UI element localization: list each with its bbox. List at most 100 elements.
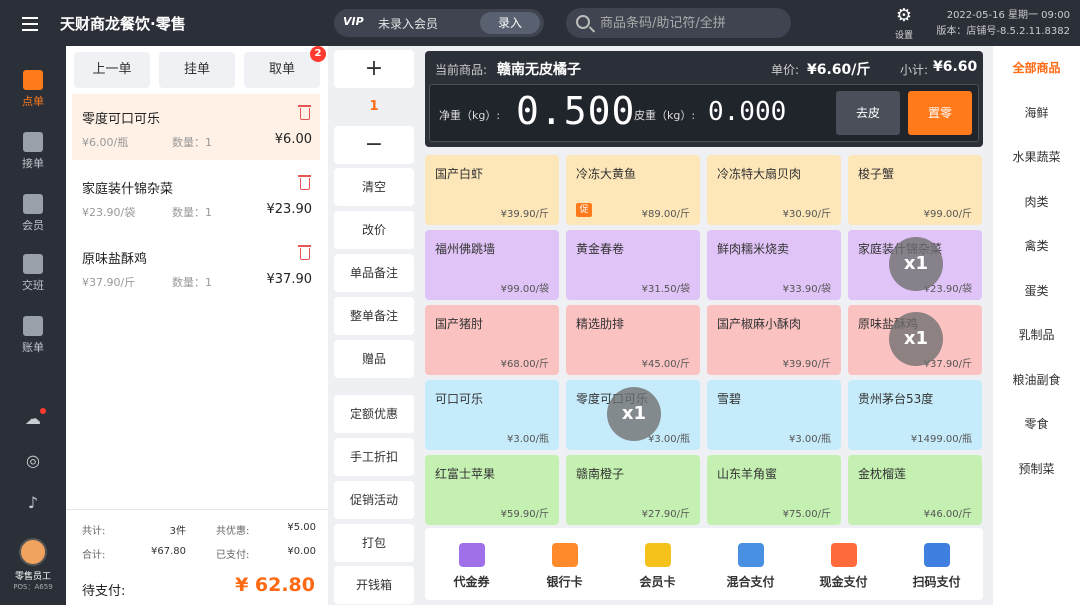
zero-button[interactable]: 置零 (908, 91, 972, 135)
category-dairy[interactable]: 乳制品 (993, 313, 1080, 357)
nav-item-bill[interactable]: 账单 (0, 312, 66, 362)
category-seafood[interactable]: 海鲜 (993, 91, 1080, 135)
product-card[interactable]: 福州佛跳墙 ¥99.00/袋 (425, 230, 559, 300)
mixed-pay-button[interactable]: 混合支付 (704, 528, 797, 600)
product-price: ¥68.00/斤 (500, 359, 549, 370)
nav-item-member[interactable]: 会员 (0, 190, 66, 240)
order-note-button[interactable]: 整单备注 (334, 297, 414, 335)
bank-card-icon (551, 543, 578, 567)
nav-label: 交班 (22, 279, 44, 292)
product-price: ¥99.00/袋 (500, 284, 549, 295)
product-card[interactable]: 赣南橙子 ¥27.90/斤 (566, 455, 700, 525)
product-card[interactable]: 梭子蟹 ¥99.00/斤 (848, 155, 982, 225)
settings-button[interactable]: ⚙ 设置 (888, 6, 920, 42)
category-meat[interactable]: 肉类 (993, 180, 1080, 224)
category-snacks[interactable]: 零食 (993, 402, 1080, 446)
headset-icon[interactable]: ◎ (22, 450, 44, 472)
product-card[interactable]: 金枕榴莲 ¥46.00/斤 (848, 455, 982, 525)
cloud-icon[interactable]: ☁ (22, 408, 46, 430)
nav-item-order[interactable]: 点单 (0, 66, 66, 116)
product-name: 福州佛跳墙 (435, 242, 496, 256)
product-card[interactable]: 国产猪肘 ¥68.00/斤 (425, 305, 559, 375)
item-price: ¥23.90/袋 (82, 206, 136, 219)
order-item[interactable]: 家庭装什锦杂菜 ¥23.90/袋 数量：1 ¥23.90 (72, 164, 320, 230)
plus-button[interactable]: + (334, 50, 414, 88)
order-panel: 上一单 挂单 取单 2 零度可口可乐 ¥6.00/瓶 数量：1 ¥6.00 家庭… (66, 46, 328, 605)
product-card[interactable]: 红富士苹果 ¥59.90/斤 (425, 455, 559, 525)
item-note-button[interactable]: 单品备注 (334, 254, 414, 292)
product-card[interactable]: 可口可乐 ¥3.00/瓶 (425, 380, 559, 450)
minus-button[interactable]: − (334, 126, 414, 164)
product-card[interactable]: 冷冻大黄鱼 促 ¥89.00/斤 (566, 155, 700, 225)
product-card[interactable]: 雪碧 ¥3.00/瓶 (707, 380, 841, 450)
menu-icon[interactable] (22, 13, 38, 33)
product-price: ¥46.00/斤 (923, 509, 972, 520)
change-price-button[interactable]: 改价 (334, 211, 414, 249)
category-eggs[interactable]: 蛋类 (993, 269, 1080, 313)
product-price: ¥45.00/斤 (641, 359, 690, 370)
product-card[interactable]: 黄金春卷 ¥31.50/袋 (566, 230, 700, 300)
bill-icon (23, 316, 43, 336)
member-enter-button[interactable]: 录入 (480, 12, 540, 34)
bank-card-pay-button[interactable]: 银行卡 (518, 528, 611, 600)
product-card[interactable]: 零度可口可乐 ¥3.00/瓶 x1 (566, 380, 700, 450)
order-item[interactable]: 原味盐酥鸡 ¥37.90/斤 数量：1 ¥37.90 (72, 234, 320, 300)
search-input[interactable] (600, 14, 780, 32)
open-cashbox-button[interactable]: 开钱箱 (334, 566, 414, 604)
category-grain-oil[interactable]: 粮油副食 (993, 358, 1080, 402)
product-card[interactable]: 国产椒麻小酥肉 ¥39.90/斤 (707, 305, 841, 375)
retrieve-order-label: 取单 (268, 62, 295, 77)
retrieve-order-button[interactable]: 取单 2 (244, 46, 326, 88)
product-card[interactable]: 精选肋排 ¥45.00/斤 (566, 305, 700, 375)
trash-icon[interactable] (298, 245, 311, 260)
item-name: 家庭装什锦杂菜 (82, 182, 174, 197)
paid-value: ¥0.00 (287, 546, 316, 557)
cash-pay-button[interactable]: 现金支付 (797, 528, 890, 600)
member-card-pay-button[interactable]: 会员卡 (611, 528, 704, 600)
bell-icon[interactable]: ♪ (22, 492, 44, 514)
product-card[interactable]: 家庭装什锦杂菜 ¥23.90/袋 x1 (848, 230, 982, 300)
trash-icon[interactable] (298, 175, 311, 190)
staff-info[interactable]: 零售员工 POS：A659 (0, 538, 66, 592)
item-subtotal: ¥37.90 (266, 272, 313, 287)
scan-pay-button[interactable]: 扫码支付 (890, 528, 983, 600)
voucher-pay-button[interactable]: 代金券 (425, 528, 518, 600)
tare-weight-value: 0.000 (708, 97, 787, 127)
mixed-pay-icon (737, 543, 764, 567)
nav-item-shift[interactable]: 交班 (0, 250, 66, 300)
category-all[interactable]: 全部商品 (993, 46, 1080, 90)
payment-label: 银行卡 (546, 575, 583, 589)
product-card[interactable]: 国产白虾 ¥39.90/斤 (425, 155, 559, 225)
pack-button[interactable]: 打包 (334, 524, 414, 562)
nav-label: 接单 (22, 157, 44, 170)
subtotal-label: 小计: (900, 63, 929, 77)
promotion-button[interactable]: 促销活动 (334, 481, 414, 519)
payment-label: 混合支付 (726, 575, 775, 589)
product-card[interactable]: 贵州茅台53度 ¥1499.00/瓶 (848, 380, 982, 450)
prev-order-button[interactable]: 上一单 (74, 52, 150, 88)
left-nav: 点单 接单 会员 交班 账单 ☁ ◎ ♪ 零售员工 POS：A659 (0, 46, 66, 605)
hold-order-button[interactable]: 挂单 (159, 52, 235, 88)
product-card[interactable]: 鲜肉糯米烧卖 ¥33.90/袋 (707, 230, 841, 300)
product-card[interactable]: 原味盐酥鸡 ¥37.90/斤 x1 (848, 305, 982, 375)
product-card[interactable]: 山东羊角蜜 ¥75.00/斤 (707, 455, 841, 525)
gift-button[interactable]: 赠品 (334, 340, 414, 378)
search-icon (576, 15, 590, 29)
clear-button[interactable]: 清空 (334, 168, 414, 206)
tare-button[interactable]: 去皮 (836, 91, 900, 135)
staff-name: 零售员工 (14, 572, 51, 582)
order-item[interactable]: 零度可口可乐 ¥6.00/瓶 数量：1 ¥6.00 (72, 94, 320, 160)
trash-icon[interactable] (298, 105, 311, 120)
fixed-discount-button[interactable]: 定额优惠 (334, 395, 414, 433)
nav-item-receive[interactable]: 接单 (0, 128, 66, 178)
category-prepared[interactable]: 预制菜 (993, 447, 1080, 491)
product-name: 黄金春卷 (576, 242, 625, 256)
payment-label: 扫码支付 (912, 575, 961, 589)
product-price: ¥3.00/瓶 (648, 434, 690, 445)
category-fruit-veg[interactable]: 水果蔬菜 (993, 135, 1080, 179)
item-qty: 数量：1 (172, 206, 212, 219)
product-card[interactable]: 冷冻特大扇贝肉 ¥30.90/斤 (707, 155, 841, 225)
category-poultry[interactable]: 禽类 (993, 224, 1080, 268)
member-entry: VIP 未录入会员 录入 (334, 9, 544, 37)
manual-discount-button[interactable]: 手工折扣 (334, 438, 414, 476)
